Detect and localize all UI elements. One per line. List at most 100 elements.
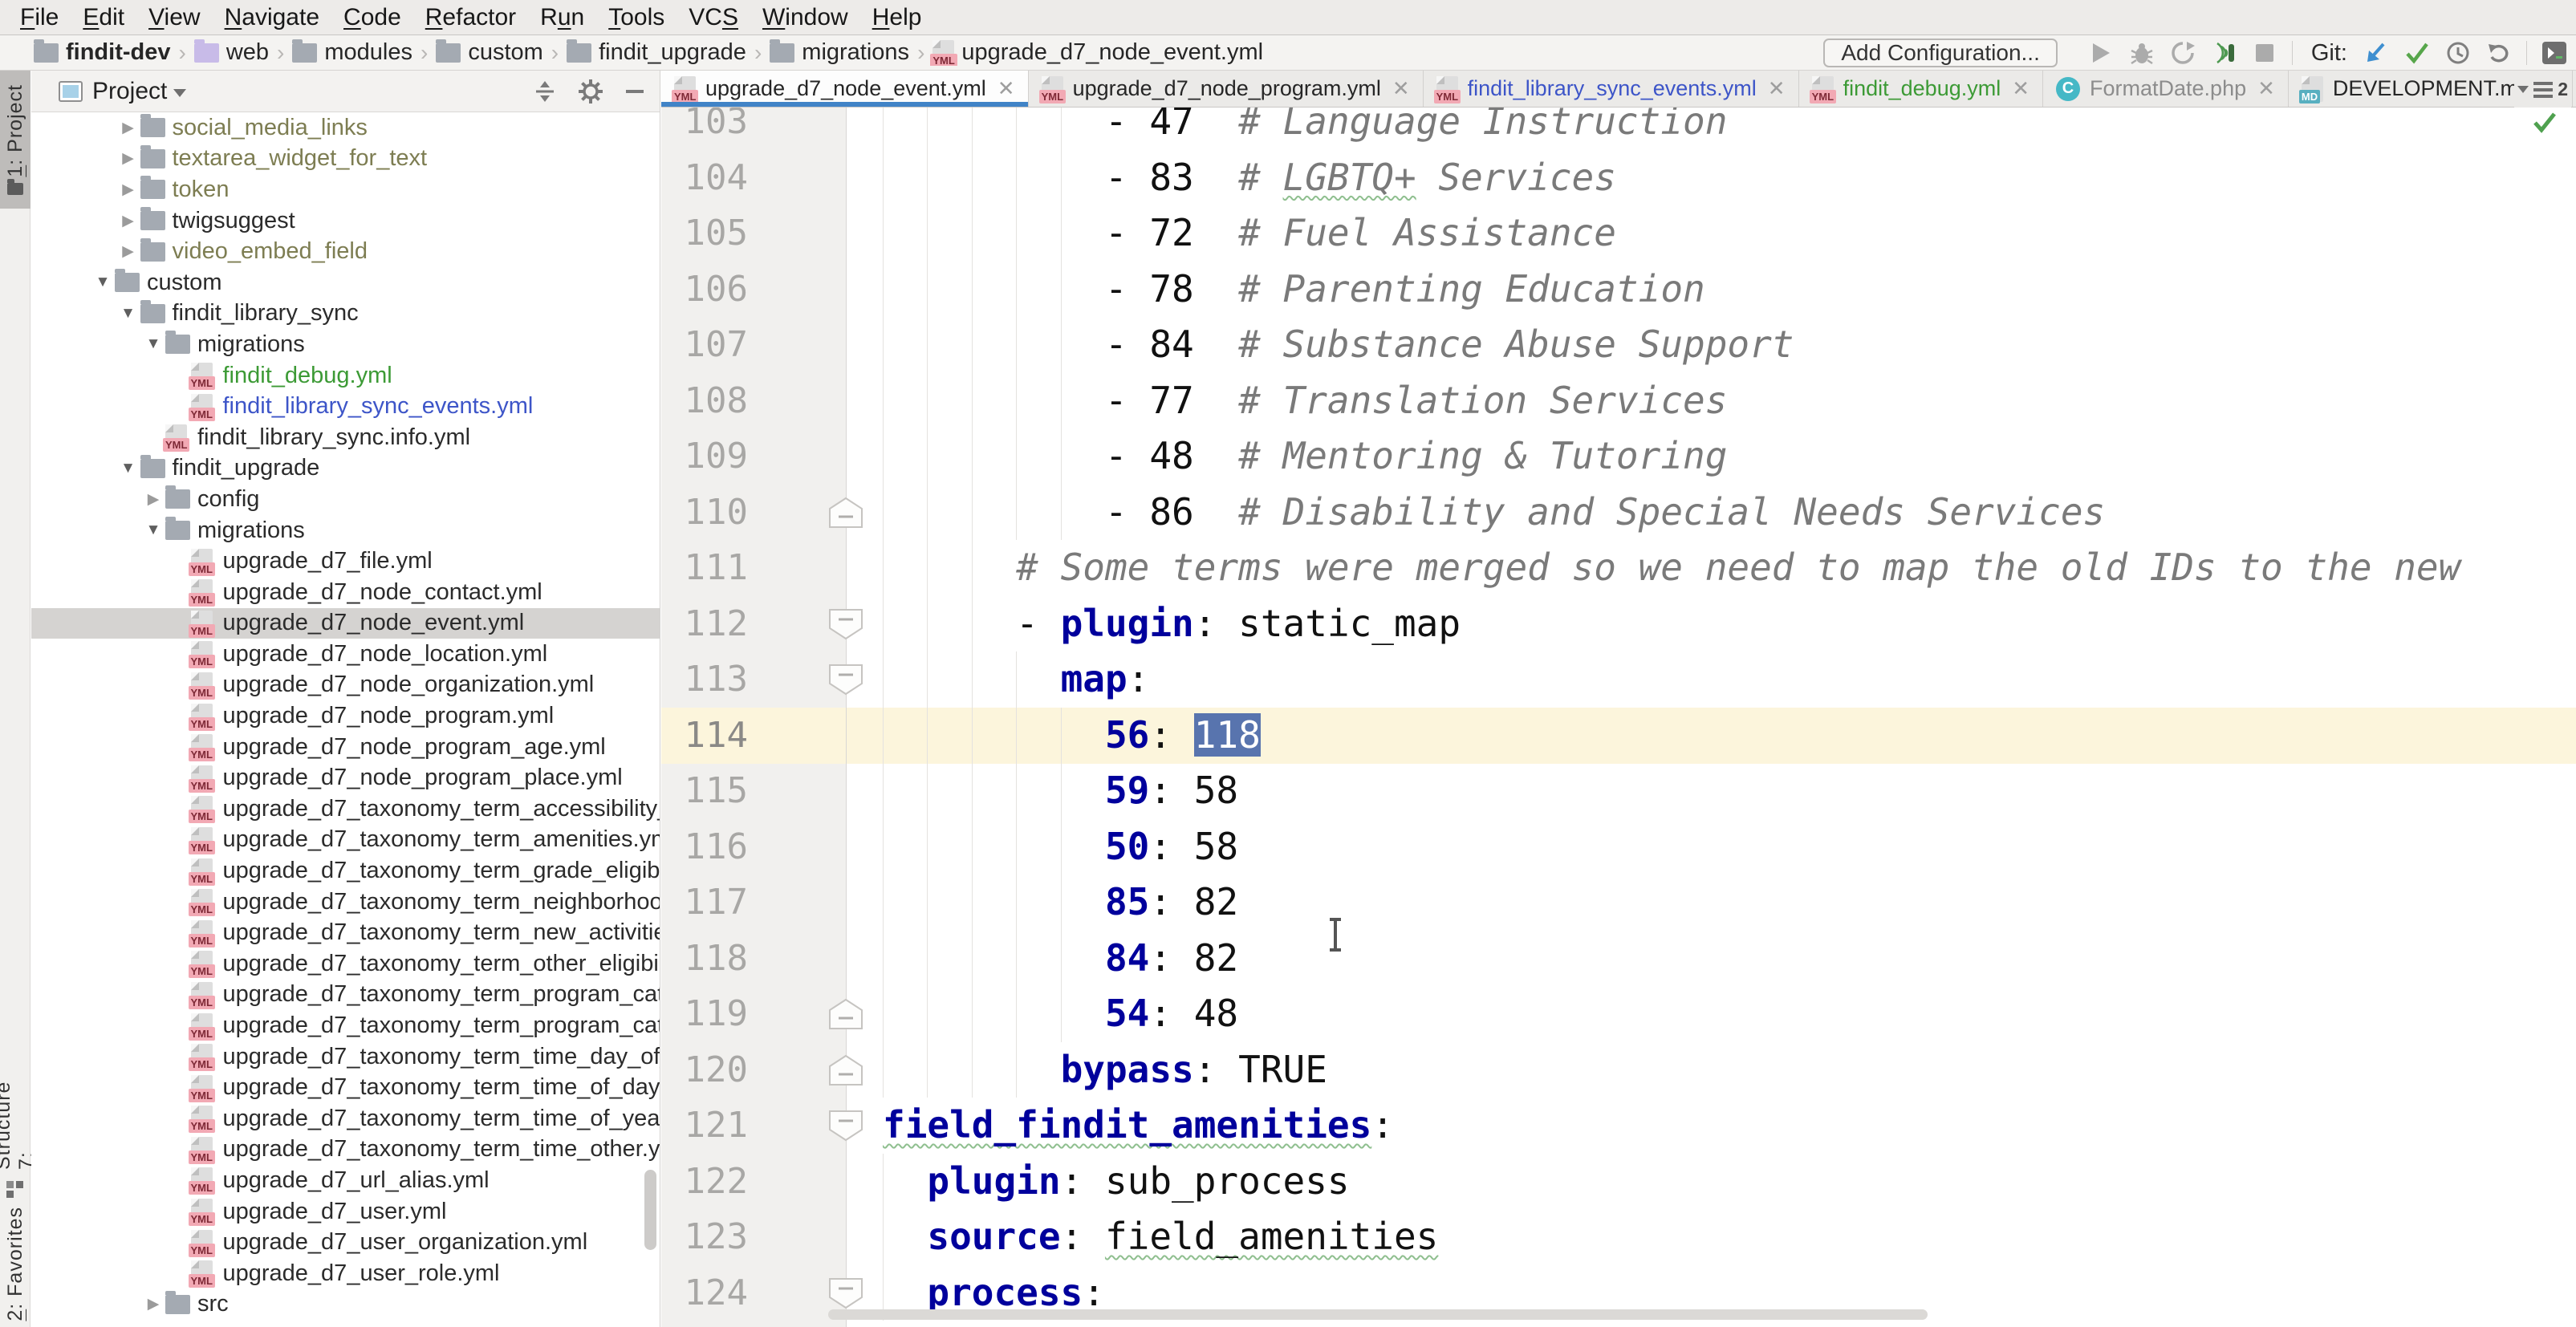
tree-item-upgrade-d7-node-program-place-yml[interactable]: YMLupgrade_d7_node_program_place.yml (31, 762, 660, 793)
tree-item-upgrade-d7-taxonomy-term-program-cate[interactable]: YMLupgrade_d7_taxonomy_term_program_cate (31, 980, 660, 1011)
editor-tab[interactable]: YMLupgrade_d7_node_event.yml✕ (661, 71, 1029, 107)
close-icon[interactable]: ✕ (997, 76, 1015, 101)
code-line-115[interactable]: 59: 58 (847, 763, 2576, 819)
tree-item-findit-library-sync-events-yml[interactable]: YMLfindit_library_sync_events.yml (31, 391, 660, 422)
code-line-116[interactable]: 50: 58 (847, 819, 2576, 875)
chevron-collapsed-icon[interactable]: ▶ (116, 149, 140, 168)
tree-item-social-media-links[interactable]: ▶social_media_links (31, 112, 660, 144)
close-icon[interactable]: ✕ (1392, 76, 1410, 101)
tree-item-findit-library-sync[interactable]: ▼findit_library_sync (31, 298, 660, 330)
run-icon[interactable] (2087, 39, 2115, 67)
editor-tab[interactable]: YMLfindit_debug.yml✕ (1799, 71, 2043, 107)
tree-item-migrations[interactable]: ▼migrations (31, 329, 660, 360)
breadcrumb-item[interactable]: migrations (770, 39, 909, 66)
code-line-107[interactable]: - 84 # Substance Abuse Support (847, 317, 2576, 373)
code-line-118[interactable]: 84: 82 (847, 931, 2576, 987)
code-line-109[interactable]: - 48 # Mentoring & Tutoring (847, 428, 2576, 485)
fold-start-marker[interactable] (828, 607, 863, 641)
chevron-collapsed-icon[interactable]: ▶ (141, 490, 165, 509)
tree-item-upgrade-d7-taxonomy-term-time-day-of-[interactable]: YMLupgrade_d7_taxonomy_term_time_day_of_ (31, 1041, 660, 1073)
stripe-tab-structure[interactable]: 7: Structure (0, 1065, 30, 1170)
breadcrumb-item[interactable]: findit-dev (34, 39, 171, 66)
close-icon[interactable]: ✕ (1768, 76, 1786, 101)
chevron-collapsed-icon[interactable]: ▶ (116, 119, 140, 137)
tree-item-upgrade-d7-url-alias-yml[interactable]: YMLupgrade_d7_url_alias.yml (31, 1165, 660, 1196)
code-line-112[interactable]: - plugin: static_map (847, 596, 2576, 652)
chevron-collapsed-icon[interactable]: ▶ (141, 1295, 165, 1313)
git-update-icon[interactable] (2363, 39, 2390, 67)
tree-item-findit-library-sync-info-yml[interactable]: YMLfindit_library_sync.info.yml (31, 422, 660, 453)
editor-tab[interactable]: CFormatDate.php✕ (2043, 71, 2289, 107)
menu-item-edit[interactable]: Edit (71, 4, 136, 31)
fold-end-marker[interactable] (828, 496, 863, 530)
chevron-expanded-icon[interactable]: ▼ (116, 305, 140, 323)
breadcrumb-item[interactable]: custom (436, 39, 542, 66)
tree-item-upgrade-d7-taxonomy-term-grade-eligibil[interactable]: YMLupgrade_d7_taxonomy_term_grade_eligib… (31, 855, 660, 887)
menu-item-code[interactable]: Code (331, 4, 413, 31)
chevron-collapsed-icon[interactable]: ▶ (116, 212, 140, 230)
tree-item-upgrade-d7-taxonomy-term-other-eligibili[interactable]: YMLupgrade_d7_taxonomy_term_other_eligib… (31, 948, 660, 980)
code-line-113[interactable]: map: (847, 651, 2576, 708)
tree-item-upgrade-d7-taxonomy-term-time-other-ym[interactable]: YMLupgrade_d7_taxonomy_term_time_other.y… (31, 1134, 660, 1166)
editor-tab[interactable]: YMLfindit_library_sync_events.yml✕ (1424, 71, 1799, 107)
tree-item-config[interactable]: ▶config (31, 484, 660, 515)
code-line-106[interactable]: - 78 # Parenting Education (847, 262, 2576, 318)
tree-item-upgrade-d7-taxonomy-term-accessibility-c[interactable]: YMLupgrade_d7_taxonomy_term_accessibilit… (31, 793, 660, 825)
fold-end-marker[interactable] (828, 1053, 863, 1087)
editor-tab[interactable]: MD: (2573, 71, 2576, 107)
chevron-collapsed-icon[interactable]: ▶ (116, 242, 140, 261)
close-icon[interactable]: ✕ (2012, 76, 2030, 101)
coverage-icon[interactable] (2169, 39, 2196, 67)
code-line-117[interactable]: 85: 82 (847, 875, 2576, 931)
tree-item-src[interactable]: ▶src (31, 1289, 660, 1321)
code-line-121[interactable]: field_findit_amenities: (847, 1098, 2576, 1154)
menu-item-view[interactable]: View (136, 4, 213, 31)
menu-item-run[interactable]: Run (528, 4, 596, 31)
menu-item-help[interactable]: Help (860, 4, 934, 31)
menu-item-navigate[interactable]: Navigate (213, 4, 331, 31)
editor-tab[interactable]: YMLupgrade_d7_node_program.yml✕ (1029, 71, 1424, 107)
project-panel-title[interactable]: Project (92, 78, 167, 105)
tree-item-custom[interactable]: ▼custom (31, 267, 660, 298)
editor[interactable]: 103 - 47 # Language Instruction104 - 83 … (661, 108, 2576, 1327)
debug-icon[interactable] (2128, 39, 2155, 67)
breadcrumb-item[interactable]: YMLupgrade_d7_node_event.yml (932, 39, 1263, 66)
menu-item-window[interactable]: Window (750, 4, 860, 31)
chevron-expanded-icon[interactable]: ▼ (141, 521, 165, 539)
code-line-104[interactable]: - 83 # LGBTQ+ Services (847, 150, 2576, 206)
tree-item-upgrade-d7-taxonomy-term-neighborhood[interactable]: YMLupgrade_d7_taxonomy_term_neighborhood (31, 887, 660, 918)
horizontal-scrollbar[interactable] (828, 1309, 1928, 1320)
fold-start-marker[interactable] (828, 1109, 863, 1142)
stop-icon[interactable] (2251, 39, 2278, 67)
project-tree-scrollbar[interactable] (644, 1170, 656, 1250)
add-configuration-button[interactable]: Add Configuration... (1823, 39, 2058, 67)
breadcrumb-item[interactable]: findit_upgrade (567, 39, 746, 66)
tree-item-upgrade-d7-taxonomy-term-amenities-yml[interactable]: YMLupgrade_d7_taxonomy_term_amenities.ym… (31, 825, 660, 856)
menu-item-vcs[interactable]: VCS (677, 4, 750, 31)
tree-item-upgrade-d7-taxonomy-term-new-activities[interactable]: YMLupgrade_d7_taxonomy_term_new_activiti… (31, 917, 660, 948)
code-line-120[interactable]: bypass: TRUE (847, 1042, 2576, 1098)
fold-start-marker[interactable] (828, 663, 863, 696)
tree-item-upgrade-d7-node-event-yml[interactable]: YMLupgrade_d7_node_event.yml (31, 608, 660, 639)
tree-item-token[interactable]: ▶token (31, 174, 660, 205)
fold-start-marker[interactable] (828, 1276, 863, 1310)
tree-item-upgrade-d7-node-location-yml[interactable]: YMLupgrade_d7_node_location.yml (31, 639, 660, 670)
stripe-tab-favorites[interactable]: 2: Favorites (0, 1203, 30, 1324)
menu-item-file[interactable]: File (8, 4, 71, 31)
console-icon[interactable] (2541, 39, 2568, 67)
code-line-122[interactable]: plugin: sub_process (847, 1154, 2576, 1210)
chevron-expanded-icon[interactable]: ▼ (91, 274, 115, 291)
breadcrumb-item[interactable]: modules (292, 39, 412, 66)
chevron-expanded-icon[interactable]: ▼ (141, 335, 165, 353)
gear-icon[interactable] (578, 79, 603, 108)
chevron-down-icon[interactable] (173, 89, 186, 97)
code-line-105[interactable]: - 72 # Fuel Assistance (847, 205, 2576, 262)
code-line-123[interactable]: source: field_amenities (847, 1209, 2576, 1265)
tree-item-upgrade-d7-taxonomy-term-time-of-day-y[interactable]: YMLupgrade_d7_taxonomy_term_time_of_day.… (31, 1072, 660, 1103)
tree-item-migrations[interactable]: ▼migrations (31, 515, 660, 546)
inspection-ok-icon[interactable] (2531, 109, 2558, 139)
tree-item-upgrade-d7-taxonomy-term-time-of-year-[interactable]: YMLupgrade_d7_taxonomy_term_time_of_year… (31, 1103, 660, 1134)
tree-item-upgrade-d7-node-contact-yml[interactable]: YMLupgrade_d7_node_contact.yml (31, 577, 660, 608)
chevron-collapsed-icon[interactable]: ▶ (116, 181, 140, 199)
tree-item-upgrade-d7-node-program-age-yml[interactable]: YMLupgrade_d7_node_program_age.yml (31, 732, 660, 763)
